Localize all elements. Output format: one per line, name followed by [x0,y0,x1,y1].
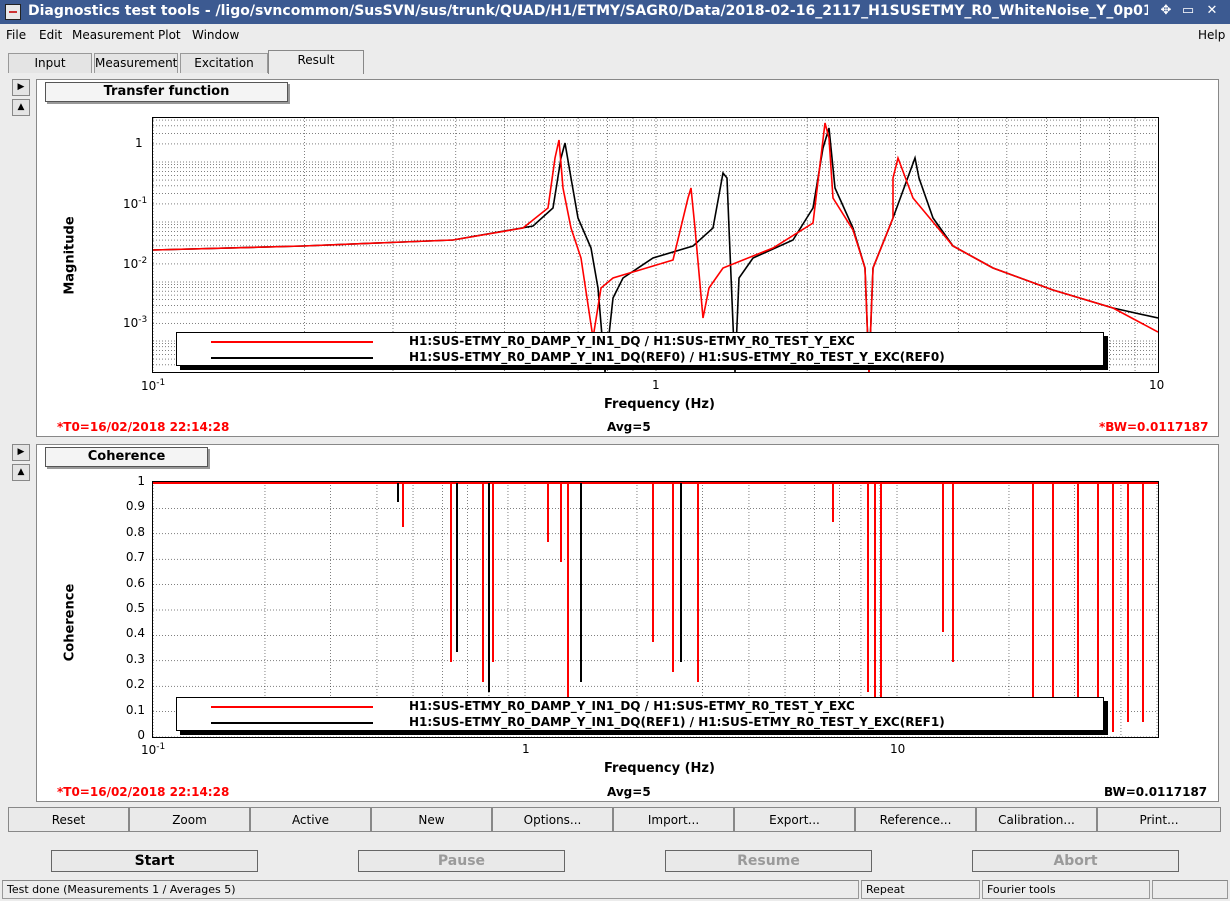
y-tick: 0.6 [125,575,145,590]
x-axis-label: Frequency (Hz) [604,761,715,776]
y-tick-base: 10 [123,257,139,271]
y-axis-label: Coherence [62,583,78,662]
menu-plot[interactable]: Plot [158,28,181,42]
abort-button[interactable]: Abort [972,850,1179,872]
legend-entry: H1:SUS-ETMY_R0_DAMP_Y_IN1_DQ(REF0) / H1:… [409,350,945,364]
resume-button[interactable]: Resume [665,850,872,872]
y-tick: 1 [135,136,143,150]
start-time: *T0=16/02/2018 22:14:28 [57,420,230,434]
y-tick: 1 [137,474,145,488]
legend: H1:SUS-ETMY_R0_DAMP_Y_IN1_DQ / H1:SUS-ET… [176,332,1104,366]
menu-edit[interactable]: Edit [39,28,62,42]
status-mode: Repeat [861,880,980,899]
y-tick-base: 10 [123,197,139,211]
pause-button[interactable]: Pause [358,850,565,872]
panel1-expand-icon[interactable]: ▶ [12,79,30,96]
legend-line-black [211,722,373,724]
status-bar: Test done (Measurements 1 / Averages 5) … [0,878,1230,900]
legend-line-black [211,357,373,359]
panel2-collapse-icon[interactable]: ▲ [12,464,30,481]
x-tick: 1 [652,378,660,392]
tab-input[interactable]: Input [8,53,92,73]
start-button[interactable]: Start [51,850,258,872]
menu-window[interactable]: Window [192,28,239,42]
reset-button[interactable]: Reset [8,807,129,832]
shade-icon[interactable]: ✥ [1158,3,1174,19]
status-message: Test done (Measurements 1 / Averages 5) [2,880,859,899]
plot-toolbar: Reset Zoom Active New Options... Import.… [8,807,1221,832]
bandwidth: *BW=0.0117187 [1099,420,1209,434]
tab-excitation[interactable]: Excitation [180,53,268,73]
panel-title[interactable]: Coherence [45,447,208,467]
menu-bar: File Edit Measurement Plot Window Help [0,25,1230,46]
y-tick: 0.5 [125,601,145,615]
print-button[interactable]: Print... [1097,807,1221,832]
y-tick: 10-3 [123,315,147,330]
x-tick: 1 [522,742,530,756]
menu-help[interactable]: Help [1198,28,1225,42]
y-tick: 0.1 [125,702,145,717]
legend-entry: H1:SUS-ETMY_R0_DAMP_Y_IN1_DQ(REF1) / H1:… [409,715,945,729]
title-bar: Diagnostics test tools - /ligo/svncommon… [0,0,1230,24]
app-icon[interactable] [5,4,21,20]
window-title: Diagnostics test tools - /ligo/svncommon… [28,3,1148,19]
import-button[interactable]: Import... [613,807,734,832]
legend-line-red [211,706,373,708]
zoom-button[interactable]: Zoom [129,807,250,832]
new-button[interactable]: New [371,807,492,832]
y-tick: 0.3 [125,651,145,666]
y-tick: 0.4 [125,626,145,641]
y-tick: 10-2 [123,256,147,271]
menu-file[interactable]: File [6,28,26,42]
calibration-button[interactable]: Calibration... [976,807,1097,832]
start-time: *T0=16/02/2018 22:14:28 [57,785,230,799]
menu-measurement[interactable]: Measurement [72,28,154,42]
close-icon[interactable]: ✕ [1204,3,1220,19]
bandwidth: BW=0.0117187 [1104,785,1208,799]
y-tick-exp: -3 [138,315,148,325]
x-axis-label: Frequency (Hz) [604,397,715,412]
x-tick: 10 [890,742,906,756]
panel2-expand-icon[interactable]: ▶ [12,444,30,461]
y-tick: 10-1 [123,196,147,211]
y-tick: 0.8 [125,524,145,539]
panel1-collapse-icon[interactable]: ▲ [12,99,30,116]
transfer-function-panel: Transfer function Magnitude 1 10-1 10-2 … [36,79,1219,437]
legend: H1:SUS-ETMY_R0_DAMP_Y_IN1_DQ / H1:SUS-ET… [176,697,1104,731]
status-extra [1152,880,1228,899]
options-button[interactable]: Options... [492,807,613,832]
averages: Avg=5 [607,420,651,434]
legend-line-red [211,341,373,343]
x-tick: 10-1 [141,742,165,757]
export-button[interactable]: Export... [734,807,855,832]
legend-entry: H1:SUS-ETMY_R0_DAMP_Y_IN1_DQ / H1:SUS-ET… [409,334,855,348]
x-tick: 10 [1149,378,1165,392]
x-tick-base: 10 [141,743,157,757]
y-tick: 0 [137,728,145,742]
averages: Avg=5 [607,785,651,799]
active-button[interactable]: Active [250,807,371,832]
y-tick: 0.9 [125,499,145,514]
x-tick-exp: -1 [156,742,166,752]
y-tick-base: 10 [123,316,139,330]
panel-title[interactable]: Transfer function [45,82,288,102]
x-tick-base: 10 [141,379,157,393]
reference-button[interactable]: Reference... [855,807,976,832]
tab-result[interactable]: Result [268,50,364,74]
tab-bar: Input Measurement Excitation Result [0,50,1230,74]
y-tick: 0.7 [125,550,145,565]
status-tool: Fourier tools [982,880,1150,899]
y-axis-label: Magnitude [62,216,78,295]
minimize-icon[interactable]: ▭ [1180,3,1196,19]
tab-measurement[interactable]: Measurement [94,53,178,73]
legend-entry: H1:SUS-ETMY_R0_DAMP_Y_IN1_DQ / H1:SUS-ET… [409,699,855,713]
x-tick-exp: -1 [156,378,166,388]
y-tick-exp: -2 [138,256,148,266]
y-tick: 0.2 [125,677,145,692]
x-tick: 10-1 [141,378,165,393]
coherence-panel: Coherence Coherence 1 0.9 0.8 0.7 0.6 0.5 0.4 0… [36,444,1219,802]
y-tick-exp: -1 [138,196,148,206]
